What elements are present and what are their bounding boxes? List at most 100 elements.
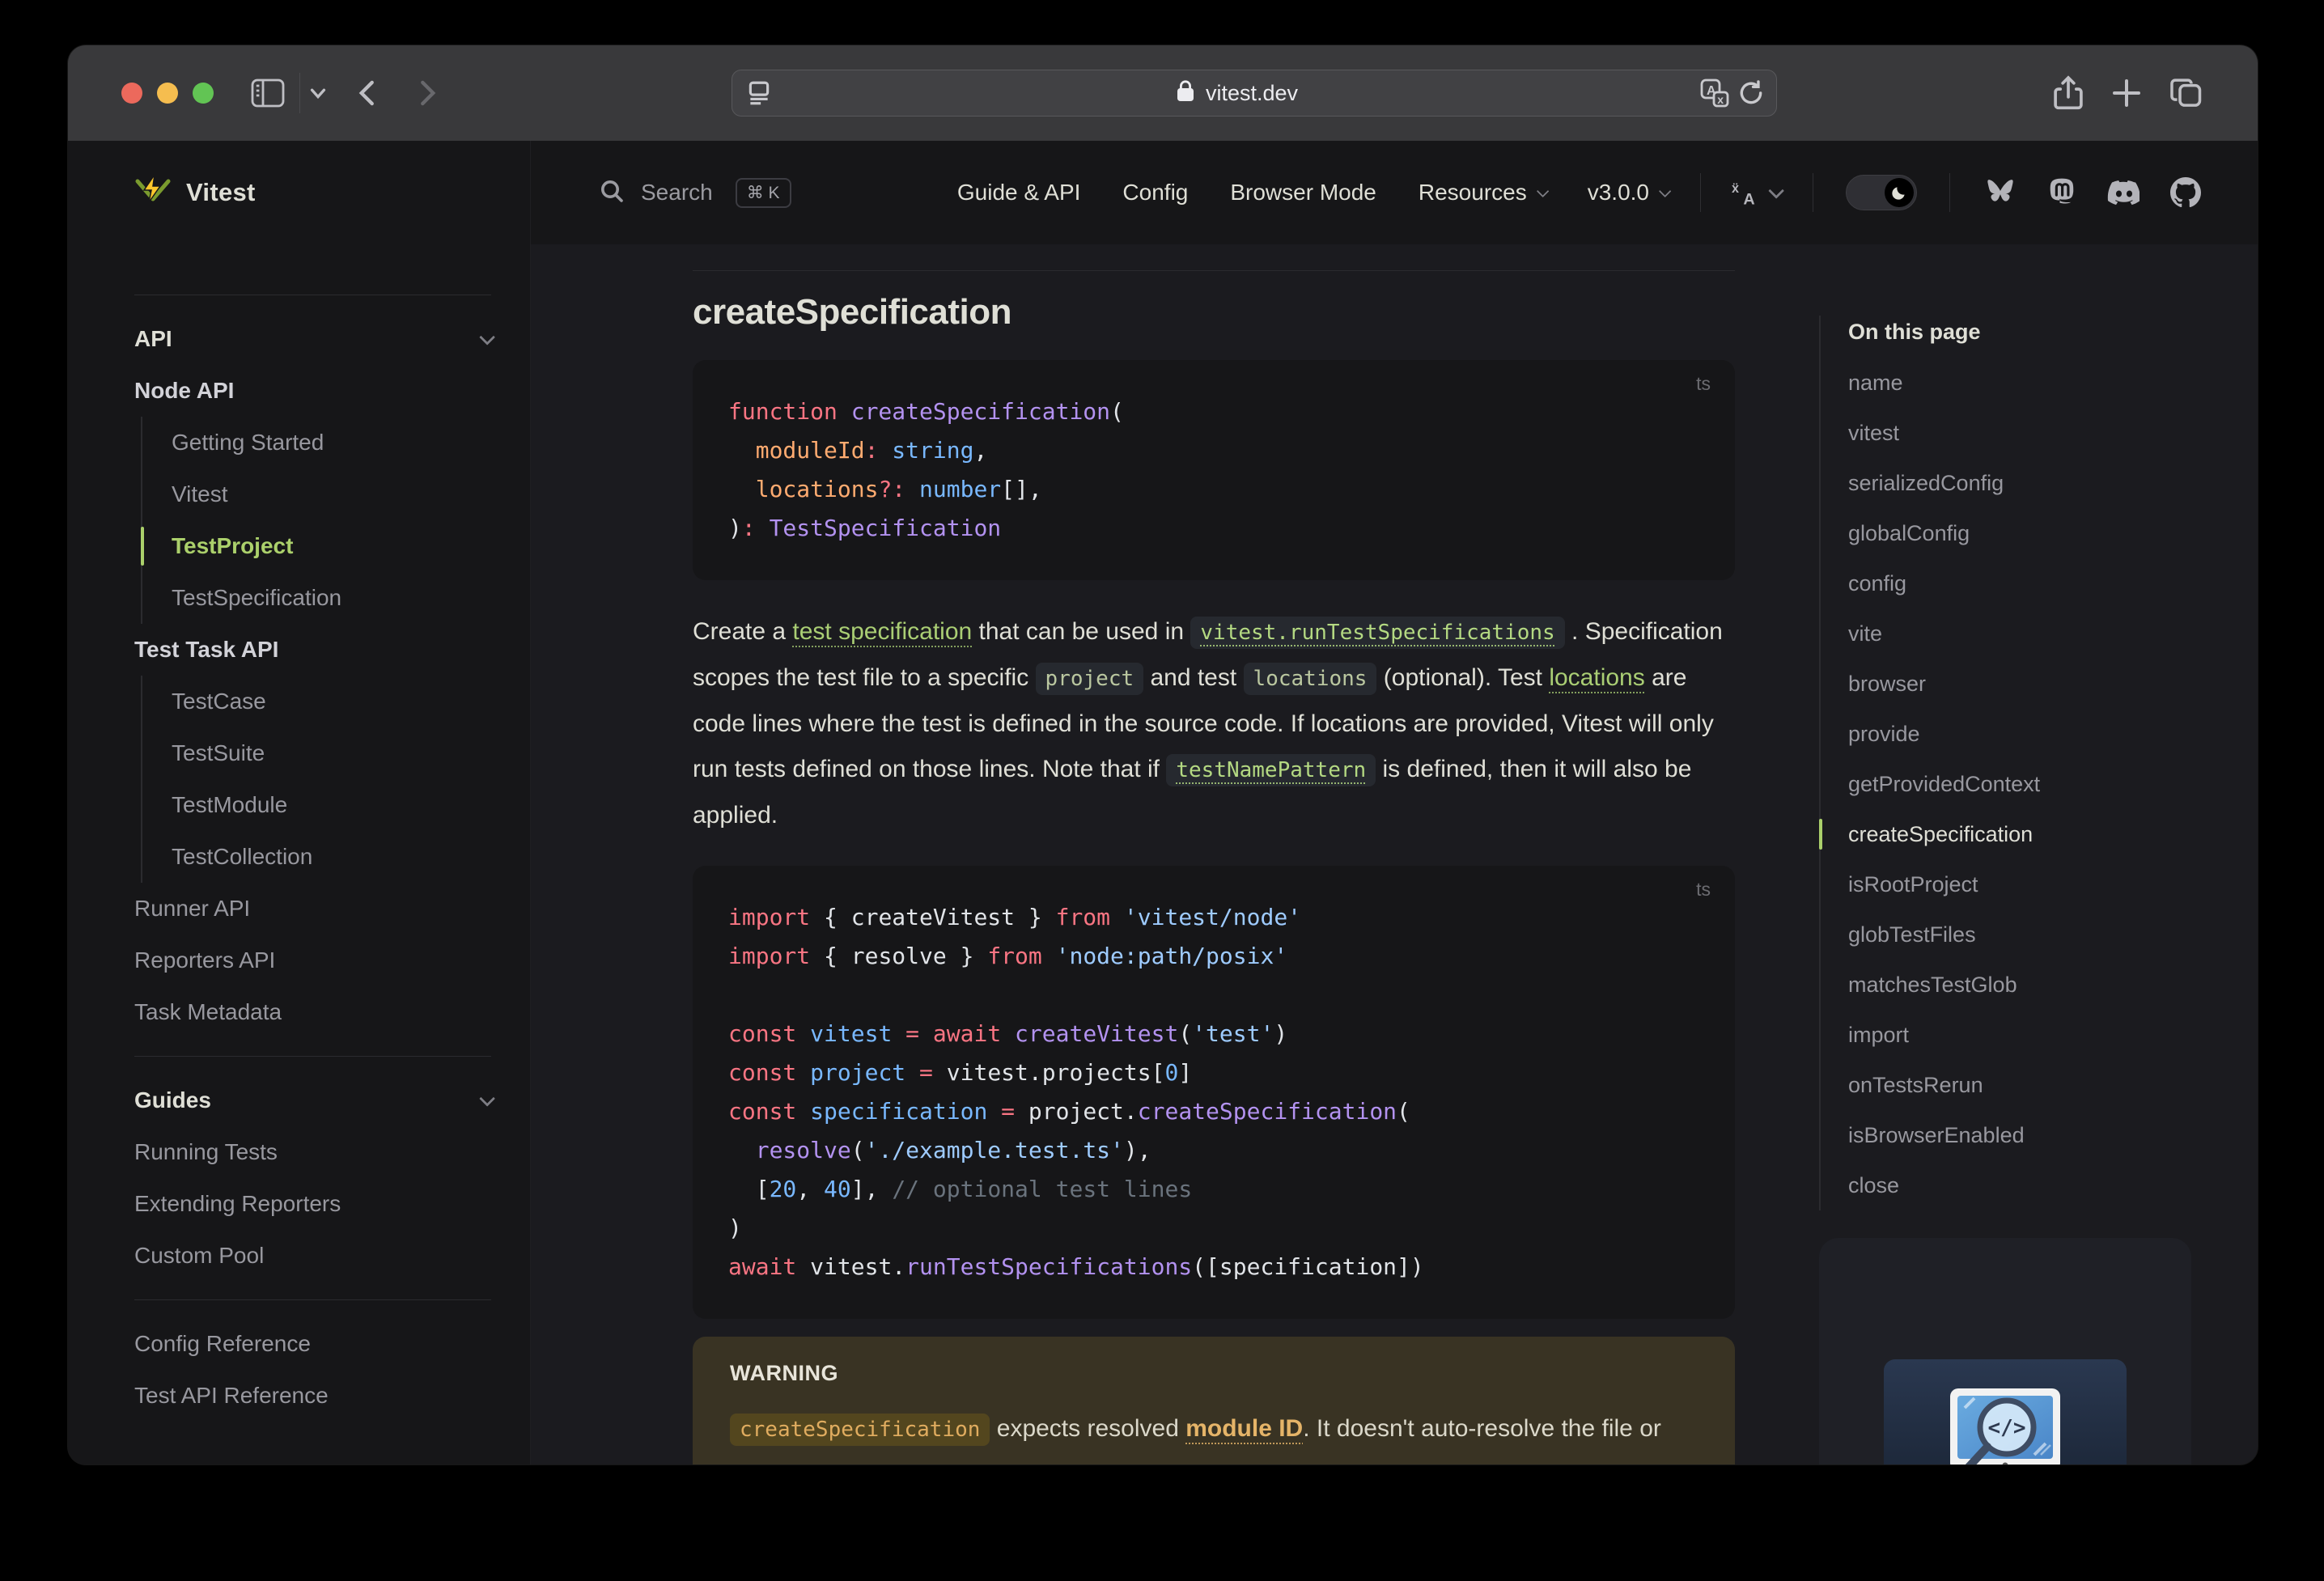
search-shortcut: ⌘ K — [735, 177, 791, 208]
sidebar-item-testsuite[interactable]: TestSuite — [172, 727, 491, 779]
nav-link-guide-api[interactable]: Guide & API — [957, 180, 1081, 206]
link-locations[interactable]: locations — [1549, 664, 1644, 691]
search-button[interactable]: Search ⌘ K — [599, 177, 791, 208]
outline-item-ontestsrerun[interactable]: onTestsRerun — [1848, 1060, 2220, 1110]
bluesky-icon[interactable] — [1984, 178, 2017, 207]
text: that can be used in — [972, 618, 1191, 645]
outline-item-getprovidedcontext[interactable]: getProvidedContext — [1848, 759, 2220, 809]
sidebar-group-guides[interactable]: Guides — [134, 1074, 496, 1126]
code-link-testnamepattern[interactable]: testNamePattern — [1166, 754, 1376, 786]
sidebar-item-getting-started[interactable]: Getting Started — [172, 417, 491, 468]
code-block-example: ts import { createVitest } from 'vitest/… — [693, 866, 1735, 1319]
outline-item-globtestfiles[interactable]: globTestFiles — [1848, 909, 2220, 960]
sidebar-group-api[interactable]: API — [134, 313, 496, 365]
outline-item-isrootproject[interactable]: isRootProject — [1848, 859, 2220, 909]
inline-code: project — [1035, 663, 1144, 695]
share-icon[interactable] — [2052, 45, 2084, 141]
outline-item-browser[interactable]: browser — [1848, 659, 2220, 709]
nav-link-config[interactable]: Config — [1122, 180, 1188, 206]
on-this-page-title: On this page — [1848, 320, 1981, 344]
code-token: from — [987, 943, 1042, 969]
minimize-window-button[interactable] — [157, 83, 178, 104]
outline-item-globalconfig[interactable]: globalConfig — [1848, 508, 2220, 558]
sidebar-item-test-api-reference[interactable]: Test API Reference — [134, 1370, 491, 1422]
theme-toggle[interactable] — [1846, 175, 1917, 210]
tab-overview-icon[interactable] — [2169, 45, 2203, 141]
vitest-logo-icon — [134, 174, 172, 212]
nav-menu-version[interactable]: v3.0.0 — [1588, 180, 1672, 206]
back-button[interactable] — [353, 45, 384, 141]
text: and test — [1143, 664, 1244, 691]
outline-item-createspecification[interactable]: createSpecification — [1819, 809, 2220, 859]
sidebar-item-task-metadata[interactable]: Task Metadata — [134, 986, 491, 1038]
sidebar-menu-chevron-icon[interactable] — [307, 45, 329, 141]
outline-item-isbrowserenabled[interactable]: isBrowserEnabled — [1848, 1110, 2220, 1160]
sponsor-card[interactable]: </> — [1819, 1238, 2191, 1464]
github-icon[interactable] — [2170, 177, 2201, 208]
code-link-vitest-runtestspecifications[interactable]: vitest.runTestSpecifications — [1190, 617, 1565, 649]
on-this-page: On this page name vitest serializedConfig g… — [1819, 244, 2220, 1464]
language-menu[interactable]: ẍ A — [1732, 178, 1785, 207]
svg-text:A: A — [1743, 190, 1754, 207]
new-tab-icon[interactable] — [2110, 45, 2143, 141]
close-window-button[interactable] — [121, 83, 142, 104]
discord-icon[interactable] — [2107, 179, 2140, 206]
sidebar-item-custom-pool[interactable]: Custom Pool — [134, 1230, 491, 1282]
mastodon-icon[interactable] — [2047, 177, 2076, 208]
code-line: import { resolve } from 'node:path/posix… — [728, 937, 1699, 976]
code-token: import — [728, 904, 811, 930]
reload-icon[interactable] — [1737, 79, 1765, 107]
code-token: project. — [1015, 1098, 1138, 1125]
code-token: 'vitest/node' — [1123, 904, 1302, 930]
outline-item-close[interactable]: close — [1848, 1160, 2220, 1210]
outline-item-vitest[interactable]: vitest — [1848, 408, 2220, 458]
outline-item-matchestestglob[interactable]: matchesTestGlob — [1848, 960, 2220, 1010]
code-line: await vitest.runTestSpecifications([spec… — [728, 1248, 1699, 1286]
sidebar-item-testmodule[interactable]: TestModule — [172, 779, 491, 831]
reader-icon[interactable] — [745, 79, 773, 107]
sidebar-item-testspecification[interactable]: TestSpecification — [172, 572, 491, 624]
address-bar[interactable]: vitest.dev A x — [732, 70, 1777, 117]
outline-item-serializedconfig[interactable]: serializedConfig — [1848, 458, 2220, 508]
outline-item-vite[interactable]: vite — [1848, 608, 2220, 659]
code-token: vitest. — [796, 1253, 906, 1280]
code-token: vitest.projects[ — [932, 1059, 1165, 1086]
sidebar-item-testcase[interactable]: TestCase — [172, 676, 491, 727]
divider — [1949, 173, 1950, 212]
sidebar-item-testcollection[interactable]: TestCollection — [172, 831, 491, 883]
outline-item-provide[interactable]: provide — [1848, 709, 2220, 759]
code-token: specification — [810, 1098, 988, 1125]
sidebar-item-extending-reporters[interactable]: Extending Reporters — [134, 1178, 491, 1230]
outline-item-name[interactable]: name — [1848, 358, 2220, 408]
code-token: ] — [1178, 1059, 1193, 1086]
sidebar-sub-list: Getting Started Vitest TestProject TestSpec… — [141, 417, 491, 624]
code-line: function createSpecification( — [728, 392, 1699, 431]
nav-link-browser-mode[interactable]: Browser Mode — [1230, 180, 1376, 206]
sidebar-item-runner-api[interactable]: Runner API — [134, 883, 491, 935]
sidebar-item-testproject[interactable]: TestProject — [141, 520, 491, 572]
code-token: from — [1055, 904, 1111, 930]
sidebar-item-vitest[interactable]: Vitest — [172, 468, 491, 520]
sidebar-item-running-tests[interactable]: Running Tests — [134, 1126, 491, 1178]
link-test-specification[interactable]: test specification — [792, 618, 972, 645]
code-line: resolve('./example.test.ts'), — [728, 1131, 1699, 1170]
zoom-window-button[interactable] — [193, 83, 214, 104]
sidebar-toggle-icon[interactable] — [251, 45, 285, 141]
link-module-id[interactable]: module ID — [1185, 1415, 1303, 1442]
nav-menu-resources[interactable]: Resources — [1419, 180, 1550, 206]
translate-page-icon[interactable]: A x — [1700, 78, 1729, 108]
code-line: ) — [728, 1209, 1699, 1248]
logo[interactable]: Vitest — [68, 141, 530, 244]
outline-item-config[interactable]: config — [1848, 558, 2220, 608]
sidebar-item-config-reference[interactable]: Config Reference — [134, 1318, 491, 1370]
outline-item-import[interactable]: import — [1848, 1010, 2220, 1060]
code-line: [20, 40], // optional test lines — [728, 1170, 1699, 1209]
forward-button[interactable] — [411, 45, 442, 141]
sidebar-item-reporters-api[interactable]: Reporters API — [134, 935, 491, 986]
code-token: ([specification]) — [1192, 1253, 1424, 1280]
